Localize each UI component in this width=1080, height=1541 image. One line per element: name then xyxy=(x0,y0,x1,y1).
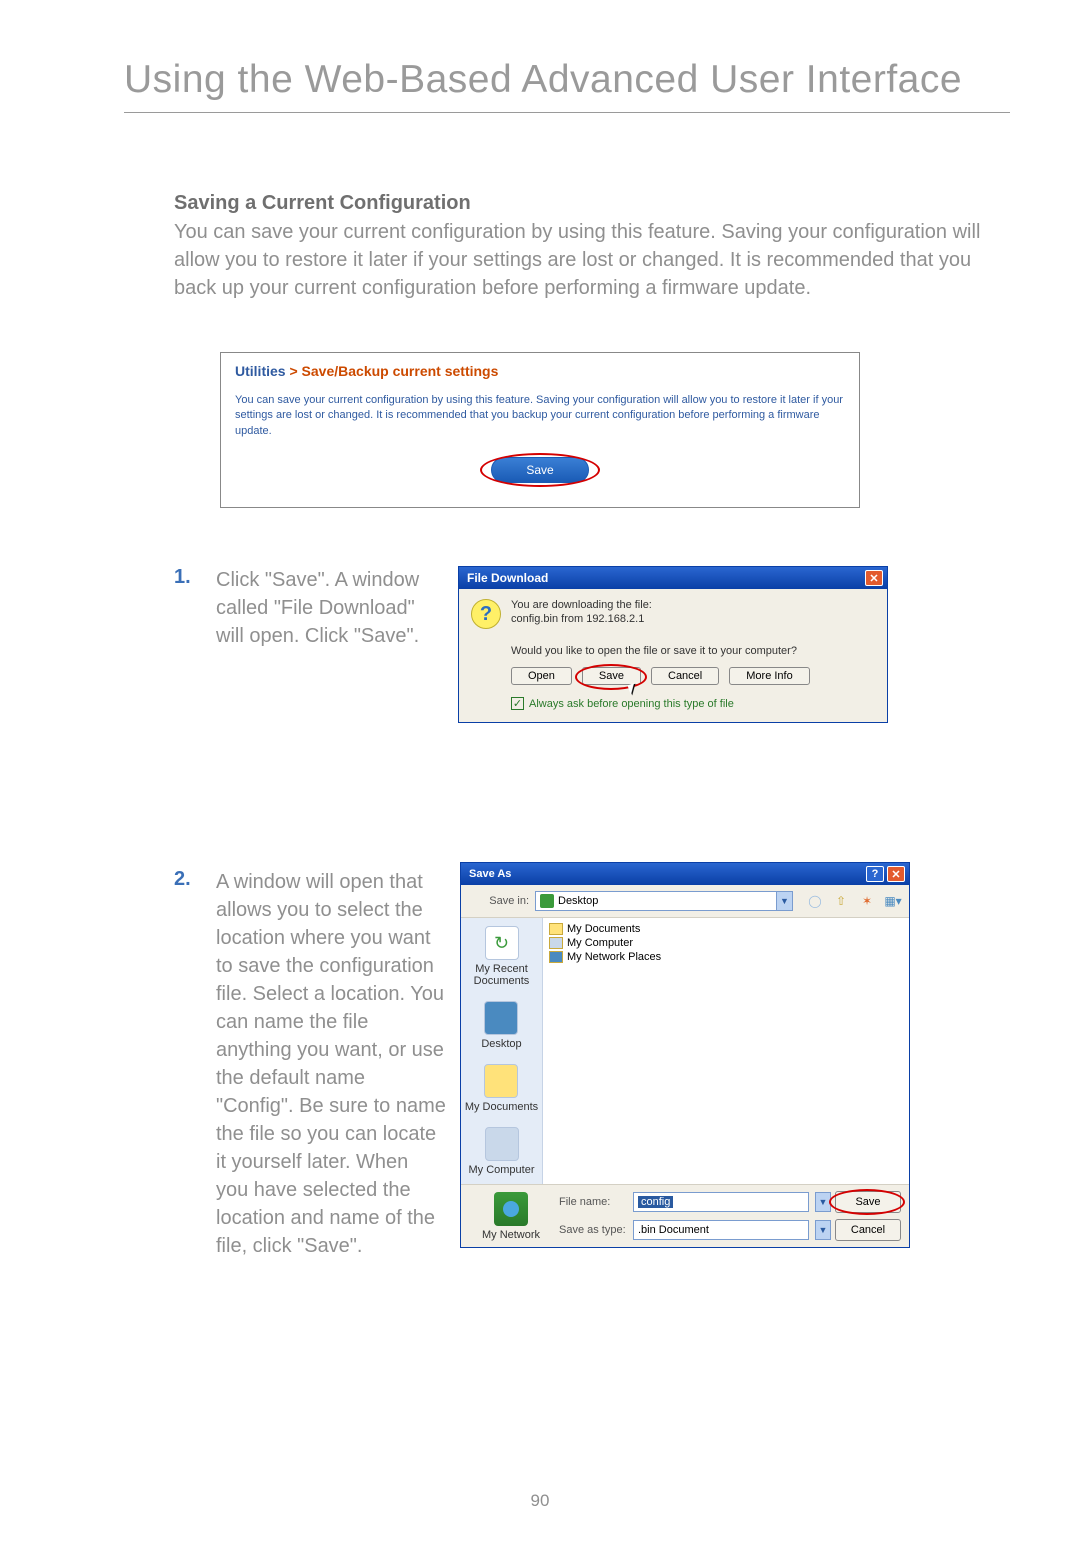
step-2-number: 2. xyxy=(174,868,191,891)
utilities-panel: Utilities > Save/Backup current settings… xyxy=(220,352,860,508)
close-icon[interactable]: ✕ xyxy=(865,570,883,586)
file-name-value: config xyxy=(638,1196,673,1208)
highlight-oval xyxy=(829,1189,905,1215)
save-type-field[interactable]: .bin Document xyxy=(633,1220,809,1240)
places-bar: ↻ My Recent Documents Desktop My Documen… xyxy=(461,918,543,1184)
intro-paragraph: You can save your current configuration … xyxy=(174,218,990,302)
place-mynetwork[interactable]: My Network xyxy=(469,1192,553,1241)
help-icon[interactable]: ? xyxy=(866,866,884,882)
place-mycomp[interactable]: My Computer xyxy=(468,1127,534,1176)
save-as-dialog: Save As ? ✕ Save in: Desktop ▼ ◯ ⇧ ✶ ▦▾ … xyxy=(460,862,910,1248)
chevron-down-icon[interactable]: ▼ xyxy=(815,1220,831,1240)
dialog-title: Save As xyxy=(469,868,511,880)
download-line2: config.bin from 192.168.2.1 xyxy=(511,613,652,625)
dialog-titlebar: File Download ✕ xyxy=(459,567,887,589)
dialog-title: File Download xyxy=(467,571,548,585)
save-in-value: Desktop xyxy=(558,895,598,907)
back-icon[interactable]: ◯ xyxy=(807,893,823,909)
more-info-button[interactable]: More Info xyxy=(729,667,809,685)
section-heading: Saving a Current Configuration xyxy=(174,192,471,215)
place-recent-label: My Recent Documents xyxy=(461,963,542,987)
step-1-number: 1. xyxy=(174,566,191,589)
up-icon[interactable]: ⇧ xyxy=(833,893,849,909)
question-icon: ? xyxy=(471,599,501,629)
list-item-label: My Network Places xyxy=(567,951,661,963)
computer-icon xyxy=(549,937,563,949)
title-rule xyxy=(124,112,1010,113)
highlight-oval xyxy=(575,664,647,690)
file-list[interactable]: My Documents My Computer My Network Plac… xyxy=(543,918,909,1184)
save-in-combo[interactable]: Desktop ▼ xyxy=(535,891,793,911)
save-button[interactable]: Save xyxy=(491,457,588,483)
views-icon[interactable]: ▦▾ xyxy=(885,893,901,909)
list-item[interactable]: My Network Places xyxy=(549,950,903,964)
download-prompt: Would you like to open the file or save … xyxy=(511,645,875,657)
breadcrumb: Utilities > Save/Backup current settings xyxy=(235,363,845,379)
save-type-label: Save as type: xyxy=(559,1224,627,1236)
network-icon xyxy=(549,951,563,963)
place-mydocs-label: My Documents xyxy=(465,1101,538,1113)
page-number: 90 xyxy=(0,1491,1080,1511)
network-icon xyxy=(494,1192,528,1226)
desktop-icon xyxy=(540,894,554,908)
file-download-dialog: File Download ✕ ? You are downloading th… xyxy=(458,566,888,723)
folder-icon xyxy=(484,1064,518,1098)
save-button[interactable]: Save xyxy=(835,1191,901,1213)
chevron-down-icon[interactable]: ▼ xyxy=(776,892,792,910)
place-mycomp-label: My Computer xyxy=(468,1164,534,1176)
folder-icon xyxy=(549,923,563,935)
page-title: Using the Web-Based Advanced User Interf… xyxy=(124,58,1010,102)
computer-icon xyxy=(485,1127,519,1161)
highlight-oval xyxy=(480,453,600,487)
recent-icon: ↻ xyxy=(485,926,519,960)
breadcrumb-utilities: Utilities xyxy=(235,363,286,379)
always-ask-checkbox[interactable]: ✓ xyxy=(511,697,524,710)
close-icon[interactable]: ✕ xyxy=(887,866,905,882)
list-item[interactable]: My Computer xyxy=(549,936,903,950)
breadcrumb-page: Save/Backup current settings xyxy=(302,363,499,379)
new-folder-icon[interactable]: ✶ xyxy=(859,893,875,909)
cancel-button[interactable]: Cancel xyxy=(651,667,719,685)
file-name-field[interactable]: config xyxy=(633,1192,809,1212)
save-in-label: Save in: xyxy=(469,895,529,907)
file-name-label: File name: xyxy=(559,1196,627,1208)
list-item[interactable]: My Documents xyxy=(549,922,903,936)
save-type-value: .bin Document xyxy=(638,1224,709,1236)
download-line1: You are downloading the file: xyxy=(511,599,652,611)
utilities-description: You can save your current configuration … xyxy=(235,393,845,439)
step-2-text: A window will open that allows you to se… xyxy=(216,868,446,1260)
step-1-text: Click "Save". A window called "File Down… xyxy=(216,566,436,650)
list-item-label: My Documents xyxy=(567,923,640,935)
save-button-dialog[interactable]: Save xyxy=(582,667,641,685)
cancel-button[interactable]: Cancel xyxy=(835,1219,901,1241)
always-ask-label: Always ask before opening this type of f… xyxy=(529,698,734,710)
place-desktop-label: Desktop xyxy=(481,1038,521,1050)
breadcrumb-sep: > xyxy=(286,363,302,379)
place-desktop[interactable]: Desktop xyxy=(481,1001,521,1050)
desktop-icon xyxy=(484,1001,518,1035)
dialog-titlebar: Save As ? ✕ xyxy=(461,863,909,885)
place-mynetwork-label: My Network xyxy=(469,1229,553,1241)
list-item-label: My Computer xyxy=(567,937,633,949)
place-mydocs[interactable]: My Documents xyxy=(465,1064,538,1113)
open-button[interactable]: Open xyxy=(511,667,572,685)
place-recent[interactable]: ↻ My Recent Documents xyxy=(461,926,542,987)
